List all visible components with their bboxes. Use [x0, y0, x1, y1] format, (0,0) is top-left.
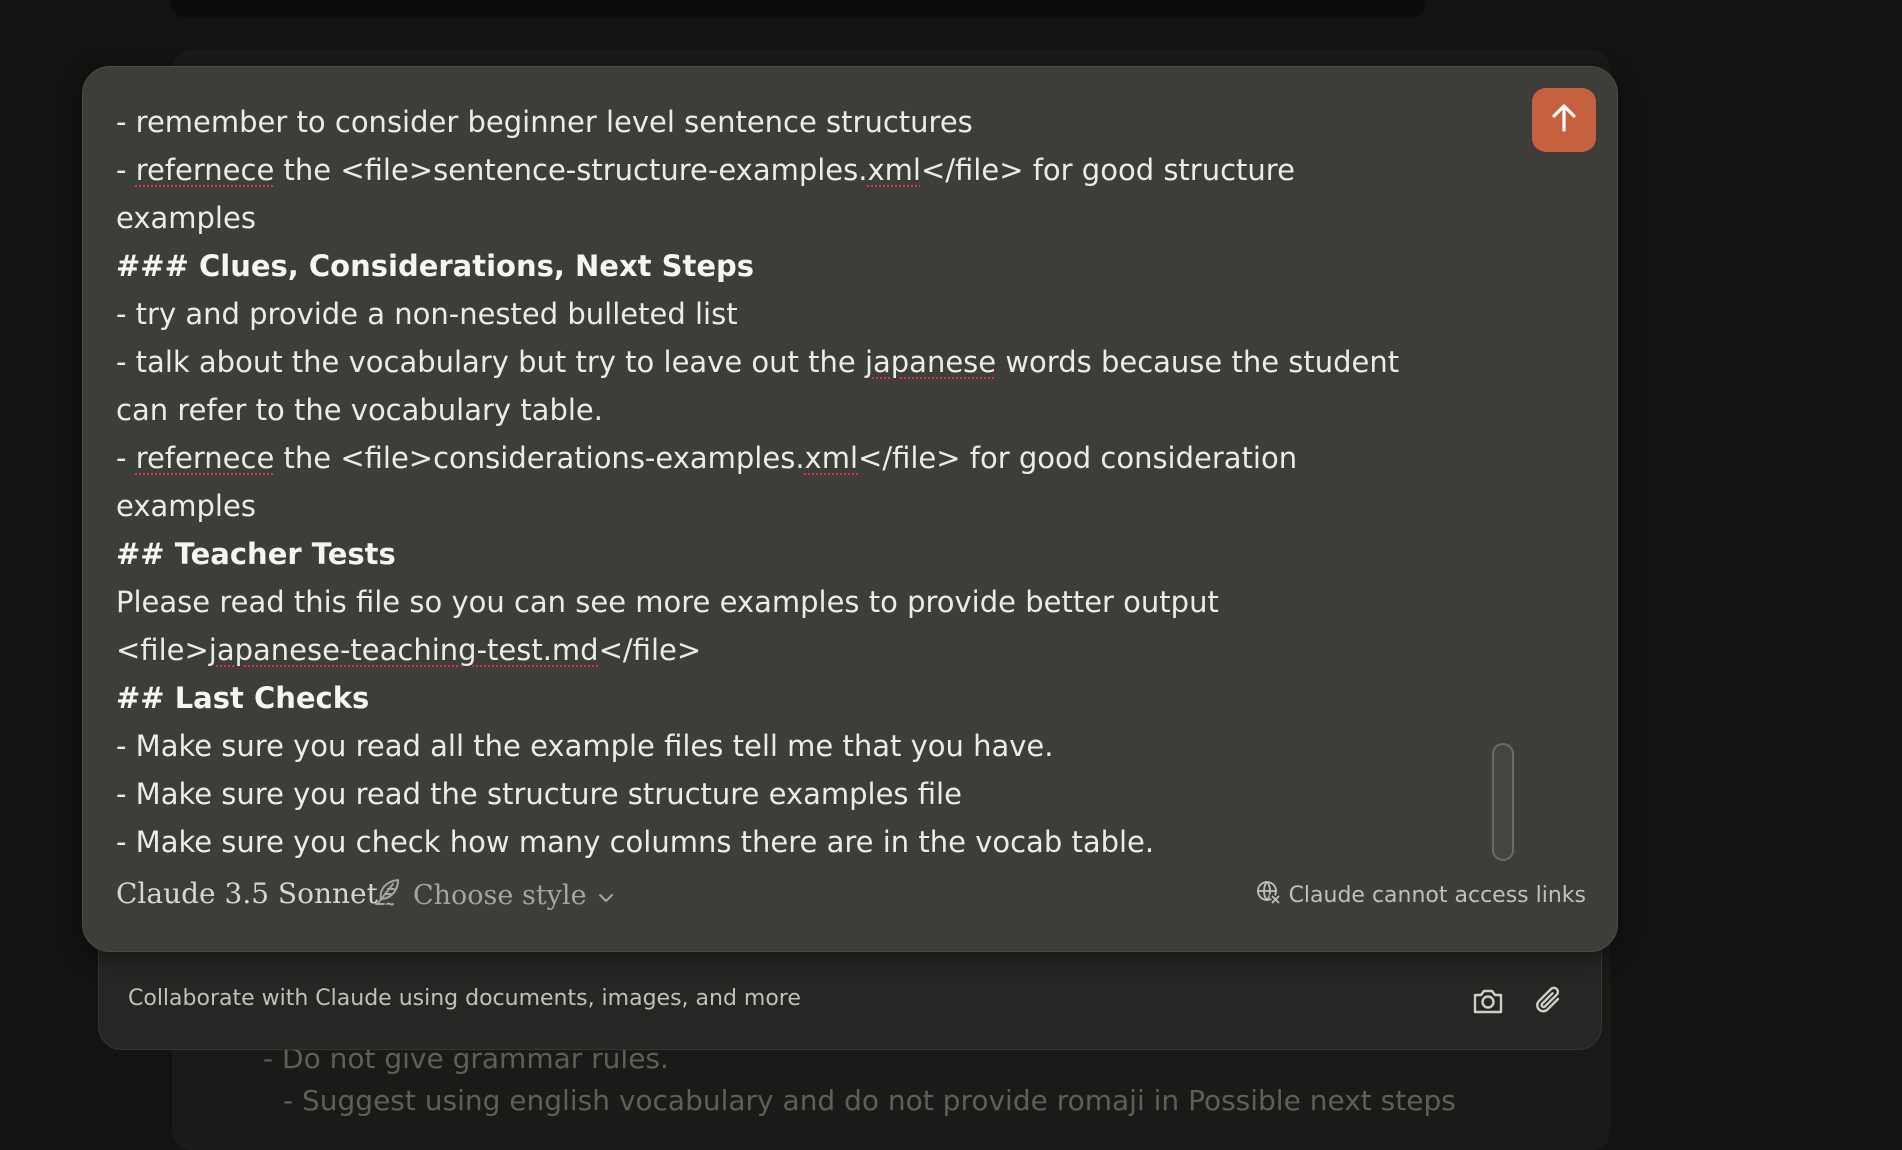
previous-message-card	[170, 0, 1426, 18]
text-segment: Please read this file so you can see mor…	[116, 585, 1219, 619]
misspelled-word: xml	[804, 441, 859, 475]
misspelled-word: refernece	[135, 441, 275, 475]
markdown-heading: ### Clues, Considerations, Next Steps	[116, 242, 1546, 290]
paperclip-icon[interactable]	[1531, 983, 1567, 1019]
text-line: - Make sure you read all the example fil…	[116, 722, 1546, 770]
text-segment: </file> for good consideration	[858, 441, 1298, 475]
text-segment: - Make sure you check how many columns t…	[116, 825, 1155, 859]
text-segment: can refer to the vocabulary table.	[116, 393, 603, 427]
prompt-editor[interactable]: - remember to consider beginner level se…	[116, 98, 1546, 898]
composer-footer: Claude 3.5 Sonnet Choose style Claude ca…	[116, 871, 1586, 921]
text-line: examples	[116, 194, 1546, 242]
text-line: - try and provide a non-nested bulleted …	[116, 290, 1546, 338]
misspelled-word: japanese	[864, 345, 997, 379]
text-segment: examples	[116, 489, 256, 523]
text-segment: ## Last Checks	[116, 681, 370, 715]
misspelled-word: refernece	[135, 153, 275, 187]
text-segment: <file>	[116, 633, 209, 667]
text-segment: </file>	[598, 633, 702, 667]
text-line: <file>japanese-teaching-test.md</file>	[116, 626, 1546, 674]
text-segment: the <file>considerations-examples.	[274, 441, 805, 475]
arrow-up-icon	[1550, 103, 1578, 137]
globe-off-icon	[1255, 879, 1282, 911]
text-segment: -	[116, 153, 136, 187]
feather-icon	[373, 877, 403, 914]
text-segment: -	[116, 441, 136, 475]
links-notice-text: Claude cannot access links	[1288, 882, 1586, 908]
text-segment: - remember to consider beginner level se…	[116, 105, 973, 139]
choose-style-label: Choose style	[413, 879, 587, 911]
chevron-down-icon	[597, 880, 615, 911]
text-line: can refer to the vocabulary table.	[116, 386, 1546, 434]
text-line: - refernece the <file>sentence-structure…	[116, 146, 1546, 194]
text-line: - remember to consider beginner level se…	[116, 98, 1546, 146]
text-line: examples	[116, 482, 1546, 530]
text-line: - Make sure you check how many columns t…	[116, 818, 1546, 866]
editor-scrollbar[interactable]	[1492, 743, 1514, 861]
text-segment: the <file>sentence-structure-examples.	[274, 153, 868, 187]
links-notice: Claude cannot access links	[1255, 879, 1586, 911]
send-button[interactable]	[1532, 88, 1596, 152]
misspelled-word: japanese-teaching-test.md	[208, 633, 599, 667]
text-segment: - Make sure you read all the example fil…	[116, 729, 1054, 763]
attachment-hint: Collaborate with Claude using documents,…	[128, 986, 801, 1011]
text-segment: examples	[116, 201, 256, 235]
text-line: Please read this file so you can see mor…	[116, 578, 1546, 626]
background-line: - Suggest using english vocabulary and d…	[283, 1084, 1456, 1117]
text-segment: </file> for good structure	[920, 153, 1295, 187]
markdown-heading: ## Last Checks	[116, 674, 1546, 722]
markdown-heading: ## Teacher Tests	[116, 530, 1546, 578]
text-line: - Make sure you read the structure struc…	[116, 770, 1546, 818]
text-segment: words because the student	[996, 345, 1400, 379]
misspelled-word: xml	[867, 153, 921, 187]
text-segment: - talk about the vocabulary but try to l…	[116, 345, 865, 379]
text-segment: ### Clues, Considerations, Next Steps	[116, 249, 755, 283]
text-segment: ## Teacher Tests	[116, 537, 396, 571]
text-segment: - Make sure you read the structure struc…	[116, 777, 962, 811]
camera-icon[interactable]	[1470, 983, 1506, 1019]
text-line: - talk about the vocabulary but try to l…	[116, 338, 1546, 386]
text-segment: - try and provide a non-nested bulleted …	[116, 297, 738, 331]
text-line: - refernece the <file>considerations-exa…	[116, 434, 1546, 482]
prompt-composer[interactable]: - remember to consider beginner level se…	[82, 66, 1618, 952]
model-selector[interactable]: Claude 3.5 Sonnet	[116, 877, 378, 910]
choose-style-button[interactable]: Choose style	[373, 875, 615, 915]
